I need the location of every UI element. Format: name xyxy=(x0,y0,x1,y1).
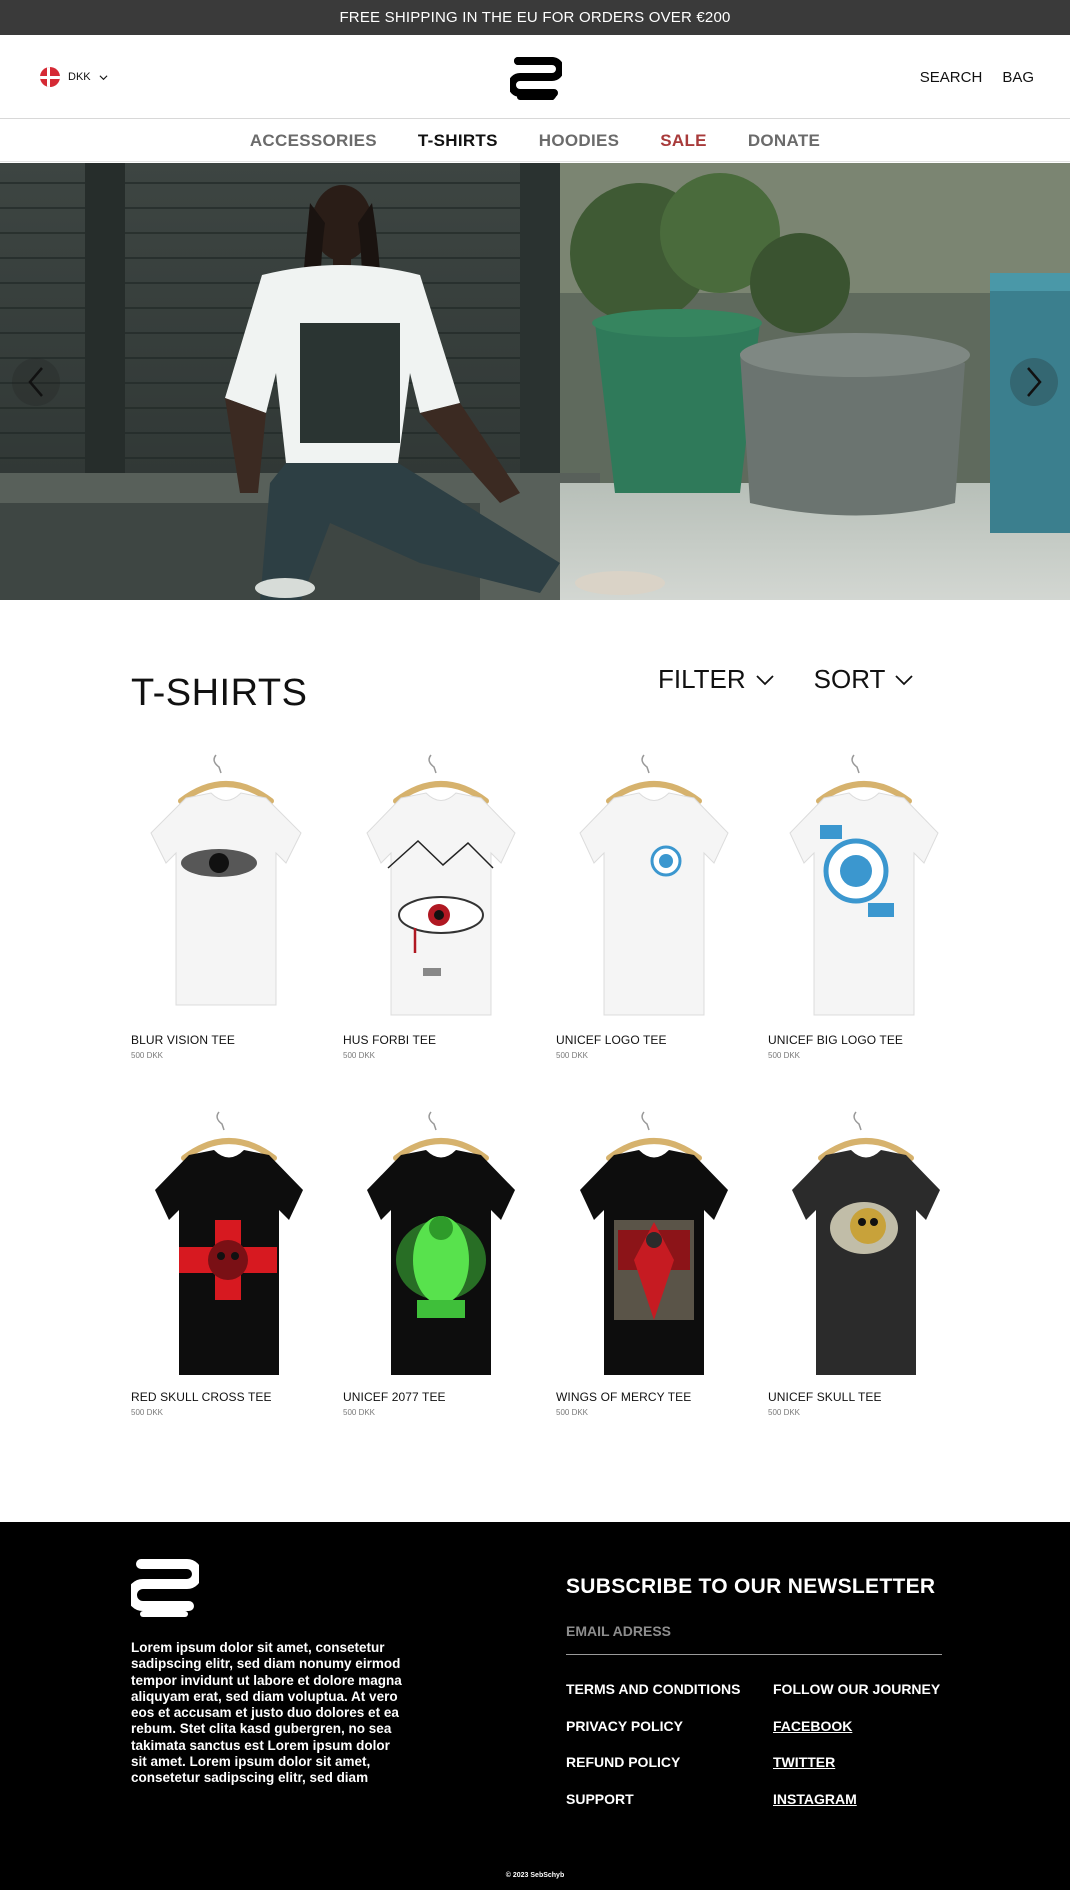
social-links: FOLLOW OUR JOURNEY FACEBOOK TWITTER INST… xyxy=(773,1681,940,1827)
product-card[interactable]: BLUR VISION TEE 500 DKK xyxy=(131,753,321,1060)
footer-about-text: Lorem ipsum dolor sit amet, consetetur s… xyxy=(131,1640,402,1786)
product-name: UNICEF 2077 TEE xyxy=(343,1390,446,1404)
chevron-down-icon xyxy=(895,674,914,685)
terms-link[interactable]: TERMS AND CONDITIONS xyxy=(566,1681,740,1718)
product-price: 500 DKK xyxy=(131,1051,164,1060)
announcement-bar: FREE SHIPPING IN THE EU FOR ORDERS OVER … xyxy=(0,0,1070,35)
currency-label: DKK xyxy=(68,71,91,83)
refund-link[interactable]: REFUND POLICY xyxy=(566,1754,740,1791)
instagram-link[interactable]: INSTAGRAM xyxy=(773,1791,857,1807)
chevron-left-icon xyxy=(28,367,43,397)
product-card[interactable]: WINGS OF MERCY TEE 500 DKK xyxy=(556,1110,746,1417)
product-price: 500 DKK xyxy=(343,1408,376,1417)
listing-controls: FILTER SORT xyxy=(658,664,914,695)
product-name: RED SKULL CROSS TEE xyxy=(131,1390,272,1404)
bag-link[interactable]: BAG xyxy=(1002,69,1034,86)
product-image xyxy=(556,1110,746,1390)
filter-label: FILTER xyxy=(658,664,746,694)
product-card[interactable]: UNICEF BIG LOGO TEE 500 DKK xyxy=(768,753,958,1060)
site-footer: Lorem ipsum dolor sit amet, consetetur s… xyxy=(0,1522,1070,1890)
product-image xyxy=(131,753,321,1033)
nav-t-shirts[interactable]: T-SHIRTS xyxy=(418,131,498,151)
product-price: 500 DKK xyxy=(768,1051,801,1060)
product-price: 500 DKK xyxy=(131,1408,164,1417)
sort-button[interactable]: SORT xyxy=(814,664,914,695)
product-name: HUS FORBI TEE xyxy=(343,1033,437,1047)
carousel-prev-button[interactable] xyxy=(12,358,60,406)
hero-carousel xyxy=(0,163,1070,600)
page-title: T-SHIRTS xyxy=(131,672,308,714)
product-image xyxy=(556,753,746,1033)
product-name: UNICEF LOGO TEE xyxy=(556,1033,667,1047)
twitter-link[interactable]: TWITTER xyxy=(773,1754,835,1770)
chevron-down-icon xyxy=(756,674,774,685)
hero-image xyxy=(0,163,1070,600)
product-image xyxy=(343,753,533,1033)
policy-links: TERMS AND CONDITIONS PRIVACY POLICY REFU… xyxy=(566,1681,740,1827)
newsletter-email-input[interactable] xyxy=(566,1619,942,1655)
product-price: 500 DKK xyxy=(556,1408,589,1417)
footer-logo[interactable] xyxy=(131,1554,199,1622)
header-actions: SEARCH BAG xyxy=(920,69,1034,86)
site-header: DKK SEARCH BAG xyxy=(0,35,1070,119)
product-card[interactable]: HUS FORBI TEE 500 DKK xyxy=(343,753,533,1060)
sort-label: SORT xyxy=(813,664,886,694)
product-image xyxy=(131,1110,321,1390)
chevron-right-icon xyxy=(1027,367,1042,397)
nav-accessories[interactable]: ACCESSORIES xyxy=(250,131,377,151)
product-name: UNICEF SKULL TEE xyxy=(768,1390,882,1404)
product-name: UNICEF BIG LOGO TEE xyxy=(768,1033,904,1047)
denmark-flag-icon xyxy=(40,67,60,87)
brand-logo[interactable] xyxy=(510,53,562,105)
product-card[interactable]: RED SKULL CROSS TEE 500 DKK xyxy=(131,1110,321,1417)
main-nav: ACCESSORIES T-SHIRTS HOODIES SALE DONATE xyxy=(0,120,1070,162)
product-card[interactable]: UNICEF 2077 TEE 500 DKK xyxy=(343,1110,533,1417)
product-price: 500 DKK xyxy=(343,1051,376,1060)
newsletter-title: SUBSCRIBE TO OUR NEWSLETTER xyxy=(566,1575,936,1598)
follow-title: FOLLOW OUR JOURNEY xyxy=(773,1681,941,1697)
product-image xyxy=(343,1110,533,1390)
chevron-down-icon xyxy=(99,74,108,80)
product-image xyxy=(768,753,958,1033)
filter-button[interactable]: FILTER xyxy=(658,664,774,695)
nav-sale[interactable]: SALE xyxy=(660,131,707,151)
announcement-text: FREE SHIPPING IN THE EU FOR ORDERS OVER … xyxy=(339,9,731,26)
nav-hoodies[interactable]: HOODIES xyxy=(539,131,620,151)
product-name: BLUR VISION TEE xyxy=(131,1033,235,1047)
privacy-link[interactable]: PRIVACY POLICY xyxy=(566,1718,740,1755)
support-link[interactable]: SUPPORT xyxy=(566,1791,740,1828)
product-price: 500 DKK xyxy=(556,1051,589,1060)
product-price: 500 DKK xyxy=(768,1408,801,1417)
product-card[interactable]: UNICEF SKULL TEE 500 DKK xyxy=(768,1110,958,1417)
nav-donate[interactable]: DONATE xyxy=(748,131,820,151)
product-card[interactable]: UNICEF LOGO TEE 500 DKK xyxy=(556,753,746,1060)
product-name: WINGS OF MERCY TEE xyxy=(556,1390,692,1404)
currency-selector[interactable]: DKK xyxy=(40,67,108,87)
search-link[interactable]: SEARCH xyxy=(920,69,983,86)
copyright: © 2023 SebSchyb xyxy=(505,1872,565,1879)
facebook-link[interactable]: FACEBOOK xyxy=(773,1718,852,1734)
carousel-next-button[interactable] xyxy=(1010,358,1058,406)
product-image xyxy=(768,1110,958,1390)
